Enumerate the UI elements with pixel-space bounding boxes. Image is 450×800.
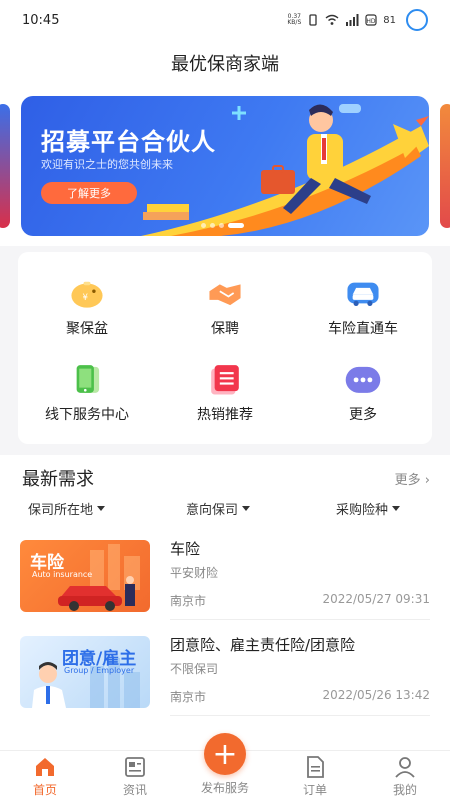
tab-mine[interactable]: 我的 — [360, 751, 450, 800]
caret-down-icon — [392, 506, 401, 511]
carousel-dot — [219, 223, 224, 228]
demand-city: 南京市 — [170, 690, 207, 704]
caret-down-icon — [242, 506, 251, 511]
banner-next-slide[interactable] — [440, 104, 450, 228]
banner-slide[interactable]: 招募平台合伙人 欢迎有识之士的您共创未来 了解更多 — [21, 96, 429, 236]
carousel-dot — [210, 223, 215, 228]
news-icon — [125, 757, 145, 777]
demand-title: 车险 — [170, 540, 201, 558]
svg-text:¥: ¥ — [83, 293, 89, 303]
carousel-dot-active — [228, 223, 244, 228]
publish-button[interactable]: + — [204, 733, 246, 775]
piggy-bank-icon: ¥ — [71, 281, 103, 308]
grid-item-baopin[interactable]: 保聘 — [156, 252, 294, 338]
row-divider — [170, 715, 430, 716]
grid-item-jubaopen[interactable]: ¥ 聚保盆 — [18, 252, 156, 338]
grid-item-more[interactable]: 更多 — [294, 338, 432, 424]
tab-label: 我的 — [392, 783, 417, 797]
latest-demands-section: 最新需求 更多 › 保司所在地 意向保司 采购险种 车险 Auto insura… — [0, 455, 450, 755]
grid-label: 更多 — [349, 407, 377, 423]
more-icon — [345, 366, 381, 393]
bottom-tab-bar: 首页 资讯 + 发布服务 订单 我的 — [0, 733, 450, 800]
tab-home[interactable]: 首页 — [0, 751, 90, 800]
filter-bar: 保司所在地 意向保司 采购险种 — [0, 499, 450, 525]
vibrate-icon — [309, 14, 317, 26]
filter-insurer[interactable]: 意向保司 — [186, 499, 251, 518]
battery-level: 81 — [383, 14, 396, 26]
grid-label: 聚保盆 — [66, 321, 108, 337]
title-bar: 最优保商家端 — [0, 40, 450, 86]
banner-carousel[interactable]: 招募平台合伙人 欢迎有识之士的您共创未来 了解更多 — [0, 86, 450, 246]
tab-label: 首页 — [32, 783, 57, 797]
learn-more-button[interactable]: 了解更多 — [41, 182, 137, 204]
demand-company: 平安财险 — [170, 566, 219, 580]
demand-thumbnail: 团意/雇主 Group / Employer — [20, 636, 150, 708]
user-icon — [395, 757, 415, 778]
tab-news[interactable]: 资讯 — [90, 751, 180, 800]
demand-date: 2022/05/27 09:31 — [322, 592, 430, 606]
demand-row[interactable]: 团意/雇主 Group / Employer 团意险、雇主责任险/团意险 不限保… — [0, 628, 450, 720]
document-icon — [307, 756, 324, 778]
carousel-dot — [201, 223, 206, 228]
svg-text:HD: HD — [367, 18, 377, 25]
row-divider — [170, 619, 430, 620]
hd-icon: HD — [365, 14, 377, 26]
thumbnail-subtitle: Auto insurance — [32, 570, 93, 579]
demand-title: 团意险、雇主责任险/团意险 — [170, 636, 356, 654]
function-grid: ¥ 聚保盆 保聘 车险直通车 线下服务中心 热销推荐 更多 — [18, 252, 432, 444]
more-link[interactable]: 更多 › — [395, 469, 430, 488]
caret-down-icon — [97, 506, 106, 511]
banner-title: 招募平台合伙人 — [41, 128, 216, 156]
grid-label: 车险直通车 — [328, 321, 398, 337]
grid-item-car-insurance[interactable]: 车险直通车 — [294, 252, 432, 338]
demand-city: 南京市 — [170, 594, 207, 608]
battery-ring-icon — [406, 9, 428, 31]
tab-label: 订单 — [302, 783, 327, 797]
carousel-indicator — [201, 223, 244, 228]
demand-date: 2022/05/26 13:42 — [322, 688, 430, 702]
chevron-right-icon: › — [424, 472, 430, 488]
tab-label: 资讯 — [122, 783, 147, 797]
list-icon — [211, 365, 239, 395]
page-title: 最优保商家端 — [171, 54, 279, 75]
handshake-icon — [209, 284, 241, 306]
grid-label: 保聘 — [211, 321, 239, 337]
section-header: 最新需求 更多 › — [22, 465, 430, 491]
grid-label: 线下服务中心 — [45, 407, 129, 423]
grid-item-service-center[interactable]: 线下服务中心 — [18, 338, 156, 424]
net-speed: 0.37 KB/S — [287, 13, 302, 26]
grid-item-hot-picks[interactable]: 热销推荐 — [156, 338, 294, 424]
wifi-icon — [325, 14, 339, 25]
demand-thumbnail: 车险 Auto insurance — [20, 540, 150, 612]
demand-company: 不限保司 — [170, 662, 219, 676]
section-title: 最新需求 — [22, 469, 94, 490]
banner-subtitle: 欢迎有识之士的您共创未来 — [41, 158, 173, 171]
status-time: 10:45 — [22, 12, 60, 28]
tab-orders[interactable]: 订单 — [270, 751, 360, 800]
banner-prev-slide[interactable] — [0, 104, 10, 228]
status-icons: 0.37 KB/S HD 81 — [287, 9, 428, 31]
phone-icon — [76, 365, 100, 393]
home-icon — [36, 758, 54, 776]
car-icon — [347, 282, 379, 306]
status-bar: 10:45 0.37 KB/S HD 81 — [0, 0, 450, 40]
grid-label: 热销推荐 — [197, 407, 253, 423]
demand-row[interactable]: 车险 Auto insurance 车险 平安财险 南京市 2022/05/27… — [0, 532, 450, 624]
filter-location[interactable]: 保司所在地 — [28, 499, 106, 518]
filter-insurance-type[interactable]: 采购险种 — [336, 499, 401, 518]
tab-label-publish[interactable]: 发布服务 — [180, 779, 270, 796]
thumbnail-subtitle: Group / Employer — [64, 666, 135, 675]
signal-icon — [346, 14, 359, 26]
